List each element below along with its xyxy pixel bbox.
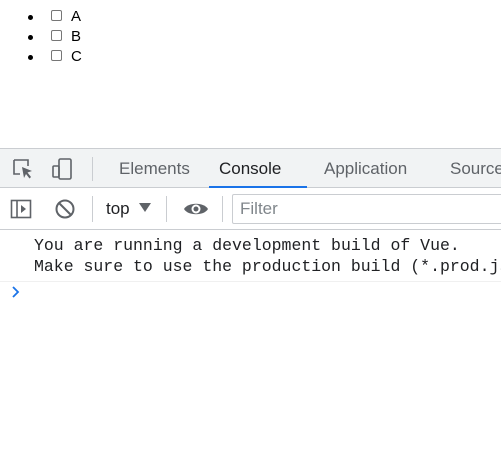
tab-elements[interactable]: Elements	[109, 149, 200, 188]
tab-console[interactable]: Console	[209, 149, 307, 188]
checkbox-a[interactable]	[51, 10, 62, 21]
divider	[92, 196, 93, 222]
bullet	[28, 35, 33, 40]
divider	[92, 157, 93, 181]
tab-sources[interactable]: Sources	[440, 149, 501, 188]
bullet	[28, 55, 33, 60]
checkbox-c[interactable]	[51, 50, 62, 61]
list-item-label: B	[71, 28, 82, 45]
inspect-element-icon[interactable]	[12, 158, 34, 180]
context-select-value: top	[106, 199, 130, 218]
chevron-right-icon[interactable]	[9, 285, 23, 299]
tab-application[interactable]: Application	[314, 149, 417, 188]
eye-icon[interactable]	[183, 198, 209, 220]
divider	[166, 196, 167, 222]
console-toolbar: top	[0, 188, 501, 230]
console-output: You are running a development build of V…	[0, 230, 501, 455]
list-item-label: C	[71, 48, 82, 65]
devtools-panel: Elements Console Application Sources top	[0, 148, 501, 455]
show-console-sidebar-icon[interactable]	[10, 198, 32, 220]
divider	[222, 196, 223, 222]
devtools-tabbar: Elements Console Application Sources	[0, 148, 501, 188]
console-message: You are running a development build of V…	[0, 230, 501, 282]
list-item-label: A	[71, 8, 82, 25]
filter-input[interactable]	[232, 194, 501, 224]
page-content: A B C	[0, 0, 501, 148]
dropdown-arrow-icon	[138, 202, 151, 212]
checkbox-b[interactable]	[51, 30, 62, 41]
context-select[interactable]: top	[106, 197, 151, 221]
device-toolbar-icon[interactable]	[51, 158, 73, 180]
bullet	[28, 15, 33, 20]
clear-console-icon[interactable]	[54, 198, 76, 220]
